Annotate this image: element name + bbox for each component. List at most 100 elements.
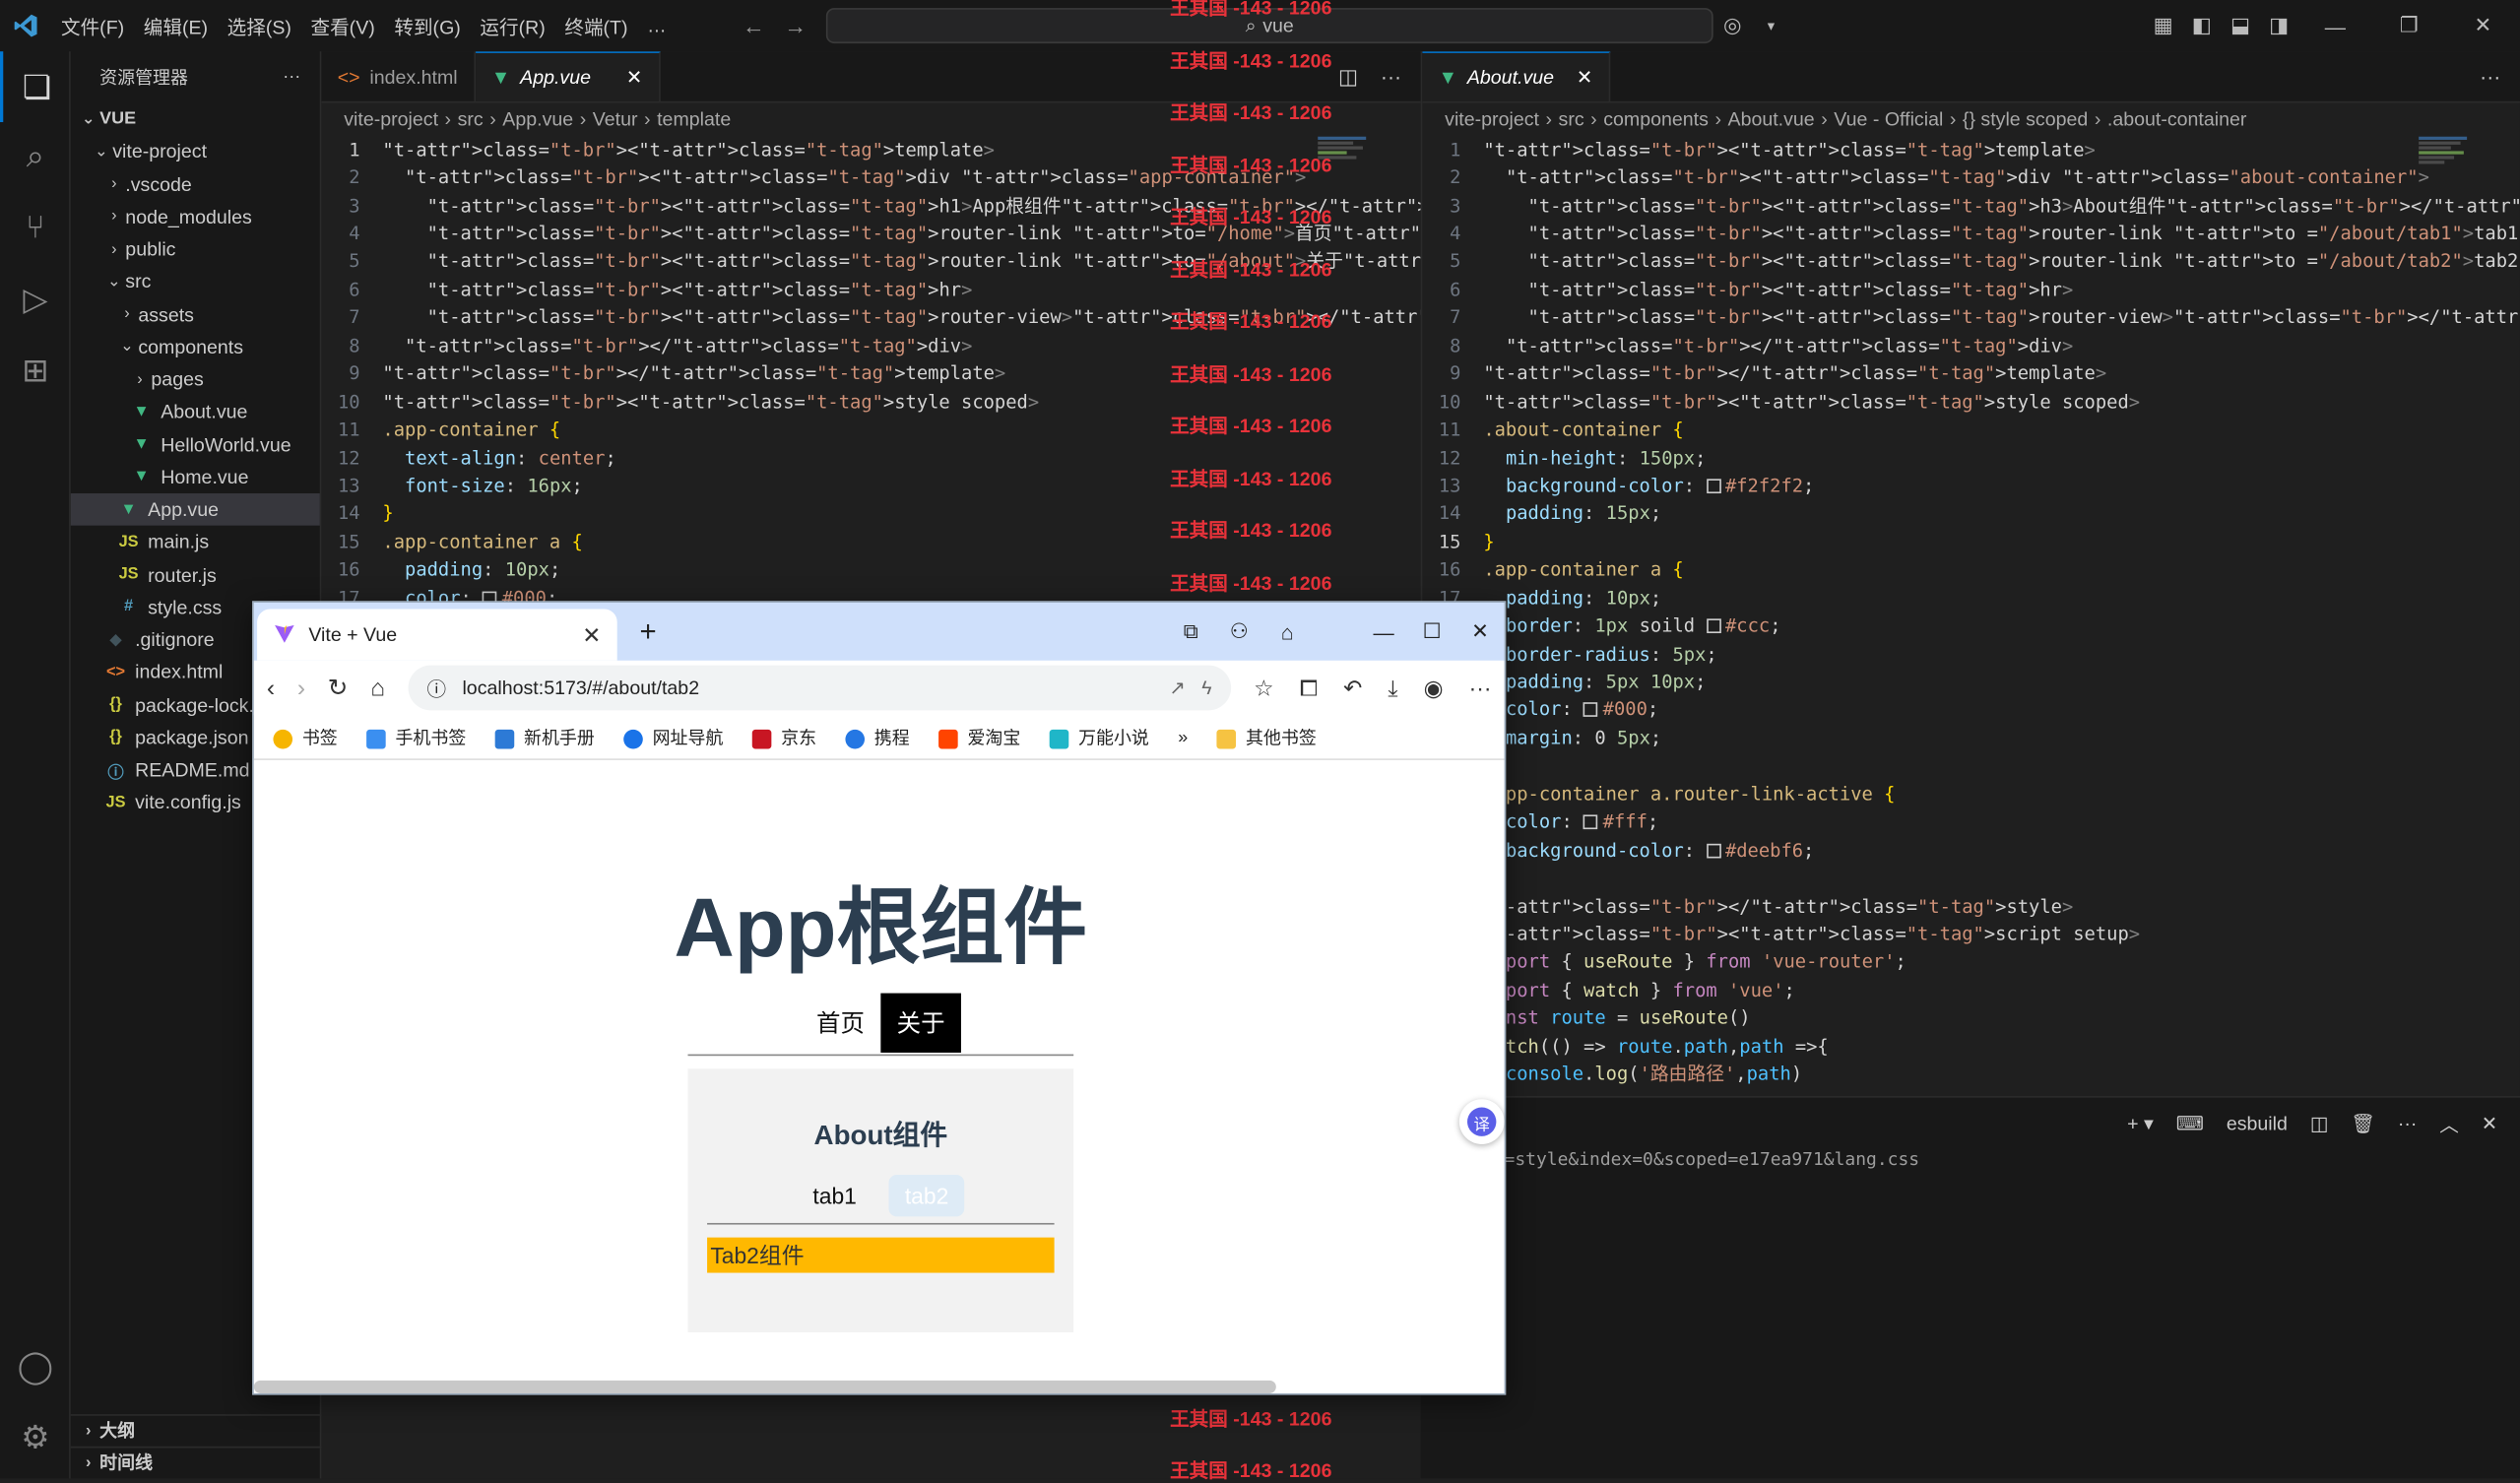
close-window-icon[interactable]: ✕ xyxy=(2446,13,2520,38)
code-line[interactable]: 6 "t-attr">class="t-br"><"t-attr">class=… xyxy=(1422,275,2520,302)
undo-icon[interactable]: ↶ xyxy=(1343,675,1362,702)
bookmark-item[interactable]: 网址导航 xyxy=(623,724,723,749)
translate-float-button[interactable]: 译 xyxy=(1458,1099,1505,1144)
address-bar[interactable]: ⓘ localhost:5173/#/about/tab2 ↗ ϟ xyxy=(407,665,1232,711)
code-line[interactable]: 4 "t-attr">class="t-br"><"t-attr">class=… xyxy=(1422,219,2520,246)
toggle-sidebar-icon[interactable]: ◧ xyxy=(2182,13,2221,38)
code-line[interactable]: 33watch(() => route.path,path =>{ xyxy=(1422,1032,2520,1060)
code-line[interactable]: 8 "t-attr">class="t-br"></"t-attr">class… xyxy=(1422,331,2520,358)
nav-link-about[interactable]: 关于 xyxy=(880,993,961,1053)
code-line[interactable]: 11 .about-container { xyxy=(1422,416,2520,443)
extensions-icon[interactable]: ⊞ xyxy=(0,334,71,405)
code-line[interactable]: 20 padding: 5px 10px; xyxy=(1422,668,2520,695)
breadcrumb-item[interactable]: components xyxy=(1603,107,1709,130)
source-control-icon[interactable]: ⑂ xyxy=(0,193,71,264)
code-line[interactable]: 19 border-radius: 5px; xyxy=(1422,639,2520,667)
search-view-icon[interactable]: ⌕ xyxy=(0,122,71,193)
restore-icon[interactable]: ❐ xyxy=(2372,13,2446,38)
tree-folder[interactable]: ⌄ components xyxy=(71,331,320,363)
code-line[interactable]: 34 console.log('路由路径',path) xyxy=(1422,1060,2520,1087)
bookmark-item[interactable]: 其他书签 xyxy=(1216,724,1317,749)
tab-search-icon[interactable]: ⧉ xyxy=(1167,618,1215,644)
tab-app-vue[interactable]: ▼ App.vue ✕ xyxy=(475,51,661,101)
timeline-section[interactable]: › 时间线 xyxy=(70,1446,322,1478)
more-actions-icon[interactable]: ··· xyxy=(2398,1112,2418,1134)
code-line[interactable]: 25 color: #fff; xyxy=(1422,807,2520,835)
new-tab-icon[interactable]: + xyxy=(640,614,657,648)
more-bookmarks-icon[interactable]: » xyxy=(1178,727,1188,746)
menu-edit[interactable]: 编辑(E) xyxy=(134,12,218,39)
tree-file[interactable]: JS main.js xyxy=(71,526,320,558)
extension-icon[interactable]: ⚇ xyxy=(1215,618,1263,644)
copilot-icon[interactable]: ◎ xyxy=(1713,13,1752,38)
code-area[interactable]: 1 "t-attr">class="t-br"><"t-attr">class="… xyxy=(1422,135,2520,1088)
code-line[interactable]: 29"t-attr">class="t-br"><"t-attr">class=… xyxy=(1422,920,2520,947)
menu-selection[interactable]: 选择(S) xyxy=(218,12,301,39)
code-line[interactable]: 15} xyxy=(1422,528,2520,555)
bookmark-item[interactable]: 书签 xyxy=(273,724,338,749)
more-actions-icon[interactable]: ··· xyxy=(283,68,300,88)
tree-folder[interactable]: ⌄ vite-project xyxy=(71,135,320,167)
tree-folder[interactable]: › .vscode xyxy=(71,168,320,201)
split-terminal-icon[interactable]: ◫ xyxy=(2310,1112,2329,1134)
more-actions-icon[interactable]: ··· xyxy=(2480,64,2500,88)
menu-file[interactable]: 文件(F) xyxy=(51,12,134,39)
tree-folder[interactable]: › node_modules xyxy=(71,201,320,233)
code-line[interactable]: 12 min-height: 150px; xyxy=(1422,443,2520,471)
tree-folder[interactable]: › public xyxy=(71,233,320,266)
tree-file[interactable]: JS router.js xyxy=(71,558,320,591)
breadcrumb-item[interactable]: vite-project xyxy=(1445,107,1539,130)
minimize-icon[interactable]: — xyxy=(2298,14,2372,37)
breadcrumb-item[interactable]: template xyxy=(657,107,731,130)
code-line[interactable]: 21 color: #000; xyxy=(1422,695,2520,723)
menu-icon[interactable]: ··· xyxy=(1469,675,1492,702)
breadcrumb-item[interactable]: About.vue xyxy=(1728,107,1815,130)
split-editor-icon[interactable]: ◫ xyxy=(1338,63,1358,89)
browser-tab[interactable]: Vite + Vue ✕ xyxy=(257,609,617,661)
code-line[interactable]: 9 "t-attr">class="t-br"></"t-attr">class=… xyxy=(1422,359,2520,387)
code-line[interactable]: 1 "t-attr">class="t-br"><"t-attr">class="… xyxy=(1422,135,2520,162)
download-icon[interactable]: ⤓ xyxy=(1388,675,1397,702)
back-arrow-icon[interactable]: ← xyxy=(743,13,765,38)
toggle-panel-icon[interactable]: ⬓ xyxy=(2221,13,2259,38)
terminal-task-name[interactable]: esbuild xyxy=(2227,1112,2288,1134)
minimize-icon[interactable]: — xyxy=(1360,619,1408,643)
bookmark-item[interactable]: 爱淘宝 xyxy=(938,724,1020,749)
maximize-icon[interactable]: ☐ xyxy=(1408,618,1456,644)
tab1-link[interactable]: tab1 xyxy=(797,1175,872,1216)
puzzle-icon[interactable]: ⌂ xyxy=(1263,619,1312,643)
toggle-secondary-sidebar-icon[interactable]: ◨ xyxy=(2260,13,2298,38)
close-panel-icon[interactable]: ✕ xyxy=(2482,1112,2497,1134)
code-line[interactable]: 7 "t-attr">class="t-br"><"t-attr">class=… xyxy=(1422,303,2520,331)
code-line[interactable]: 14 padding: 15px; xyxy=(1422,499,2520,527)
forward-arrow-icon[interactable]: › xyxy=(297,675,305,702)
minimap[interactable] xyxy=(2419,135,2483,199)
breadcrumb-item[interactable]: src xyxy=(458,107,484,130)
code-line[interactable]: 23} xyxy=(1422,751,2520,779)
tree-file[interactable]: ▼ App.vue xyxy=(70,493,320,527)
tree-file[interactable]: ▼ About.vue xyxy=(71,396,320,428)
breadcrumb-item[interactable]: .about-container xyxy=(2107,107,2247,130)
tab-index-html[interactable]: <> index.html xyxy=(321,51,476,101)
menu-run[interactable]: 运行(R) xyxy=(471,12,555,39)
code-line[interactable]: 32const route = useRoute() xyxy=(1422,1003,2520,1031)
tab2-link[interactable]: tab2 xyxy=(888,1174,965,1217)
bookmark-item[interactable]: 携程 xyxy=(845,724,910,749)
more-actions-icon[interactable]: ··· xyxy=(1381,64,1401,88)
breadcrumb-item[interactable]: App.vue xyxy=(502,107,573,130)
breadcrumb-item[interactable]: src xyxy=(1559,107,1584,130)
code-line[interactable]: 2 "t-attr">class="t-br"><"t-attr">class=… xyxy=(1422,163,2520,191)
tree-folder[interactable]: › pages xyxy=(71,363,320,396)
bookmark-item[interactable]: 手机书签 xyxy=(366,724,466,749)
lightning-icon[interactable]: ϟ xyxy=(1201,677,1211,699)
code-line[interactable]: 30import { useRoute } from 'vue-router'; xyxy=(1422,947,2520,975)
collections-icon[interactable]: ⧠ xyxy=(1300,675,1318,702)
code-line[interactable]: 27} xyxy=(1422,864,2520,891)
breadcrumb-item[interactable]: {} style scoped xyxy=(1963,107,2088,130)
bookmark-item[interactable]: 万能小说 xyxy=(1049,724,1149,749)
account-icon[interactable]: ◯ xyxy=(0,1330,71,1401)
code-line[interactable]: 13 background-color: #f2f2f2; xyxy=(1422,472,2520,499)
settings-gear-icon[interactable]: ⚙ xyxy=(0,1401,71,1472)
bookmark-item[interactable]: 新机手册 xyxy=(494,724,595,749)
code-line[interactable]: 18 border: 1px soild #ccc; xyxy=(1422,612,2520,639)
